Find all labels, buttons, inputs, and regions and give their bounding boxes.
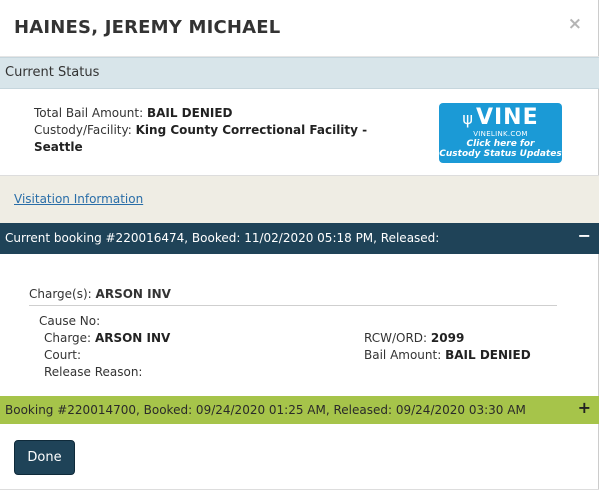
total-bail-value: BAIL DENIED (146, 106, 233, 120)
total-bail-line: Total Bail Amount: BAIL DENIED (34, 105, 232, 121)
current-booking-header[interactable]: Current booking #220016474, Booked: 11/0… (0, 223, 599, 254)
charges-label: Charge(s): (29, 287, 92, 301)
bail-amount-label: Bail Amount: (364, 348, 442, 362)
cause-no-field: Cause No: (39, 313, 100, 329)
rcw-ord-value: 2099 (430, 331, 465, 345)
vine-url: VINELINK.COM (473, 130, 528, 138)
current-status-header: Current Status (0, 57, 599, 89)
previous-booking-header[interactable]: Booking #220014700, Booked: 09/24/2020 0… (0, 396, 599, 424)
vine-logo-text: VINE (475, 105, 539, 130)
release-reason-field: Release Reason: (44, 364, 142, 380)
cause-no-label: Cause No: (39, 314, 101, 328)
vine-cta: Click here for Custody Status Updates (439, 139, 562, 159)
vine-leaf-icon: ψ (462, 109, 474, 128)
custody-facility-value-2: Seattle (34, 140, 83, 154)
done-button[interactable]: Done (14, 440, 75, 475)
current-booking-title: Current booking #220016474, Booked: 11/0… (5, 231, 440, 245)
custody-facility-value: King County Correctional Facility - (135, 123, 368, 137)
rcw-ord-label: RCW/ORD: (364, 331, 428, 345)
charge-label: Charge: (44, 331, 92, 345)
release-reason-label: Release Reason: (44, 365, 143, 379)
close-icon[interactable]: × (568, 14, 582, 34)
charges-divider (29, 305, 557, 306)
inmate-detail-modal: HAINES, JEREMY MICHAEL × Current Status … (0, 0, 599, 490)
current-status-heading: Current Status (5, 65, 100, 80)
vine-cta-line-2: Custody Status Updates (439, 149, 562, 159)
inmate-name-title: HAINES, JEREMY MICHAEL (14, 17, 281, 38)
charges-value: ARSON INV (95, 287, 171, 301)
custody-facility-label: Custody/Facility: (34, 123, 132, 137)
court-field: Court: (44, 347, 81, 363)
total-bail-label: Total Bail Amount: (34, 106, 144, 120)
visitation-section: Visitation Information (0, 175, 599, 223)
vine-custody-updates-button[interactable]: ψVINE VINELINK.COM Click here for Custod… (439, 103, 562, 163)
visitation-info-link[interactable]: Visitation Information (14, 192, 143, 206)
custody-facility-line-2: Seattle (34, 139, 83, 155)
collapse-icon[interactable]: − (578, 226, 591, 245)
charge-value: ARSON INV (94, 331, 171, 345)
court-label: Court: (44, 348, 82, 362)
rcw-ord-field: RCW/ORD: 2099 (364, 330, 464, 346)
bail-amount-value: BAIL DENIED (445, 348, 531, 362)
previous-booking-title: Booking #220014700, Booked: 09/24/2020 0… (5, 403, 526, 417)
modal-header: HAINES, JEREMY MICHAEL × (0, 0, 599, 57)
expand-icon[interactable]: + (578, 398, 591, 417)
custody-facility-line: Custody/Facility: King County Correction… (34, 122, 367, 138)
charge-field: Charge: ARSON INV (44, 330, 170, 346)
vine-cta-line-1: Click here for (466, 139, 535, 149)
bail-amount-field: Bail Amount: BAIL DENIED (364, 347, 531, 363)
charges-summary: Charge(s): ARSON INV (29, 287, 171, 301)
vine-logo: ψVINE (439, 105, 562, 130)
